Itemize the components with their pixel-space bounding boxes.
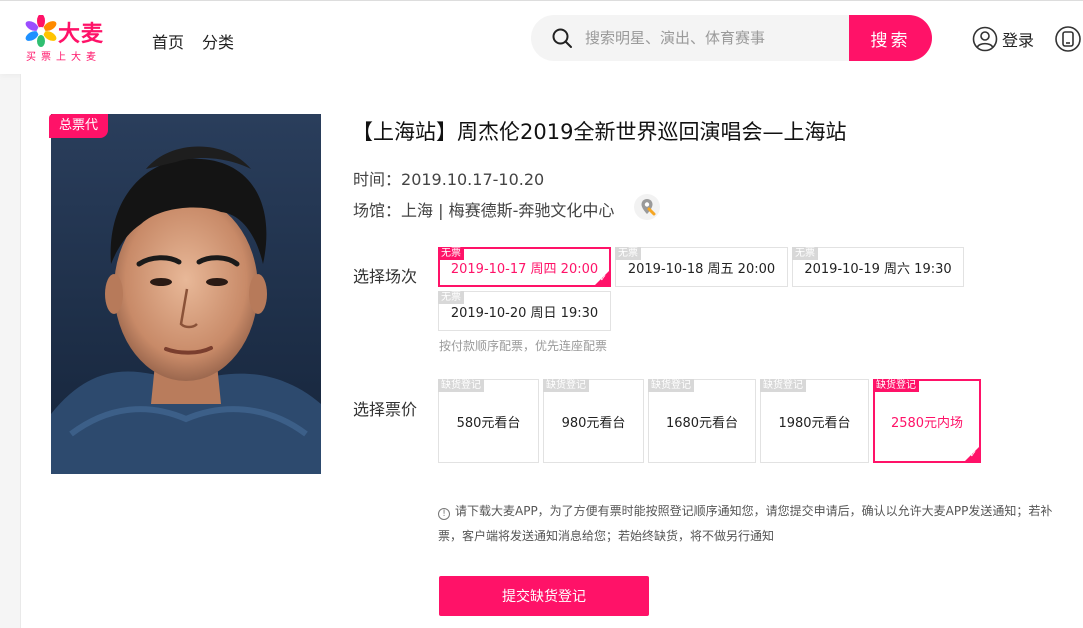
price-text: 980元看台: [561, 415, 626, 431]
notification-notice: ! 请下载大麦APP，为了方便有票时能按照登记顺序通知您，请您提交申请后，确认以允…: [438, 499, 1070, 549]
seat-allocation-hint: 按付款顺序配票，优先连座配票: [439, 339, 608, 353]
sold-out-tag: 无票: [792, 247, 818, 260]
price-text: 1680元看台: [665, 415, 739, 431]
stock-register-tag: 缺货登记: [760, 379, 806, 392]
session-text: 2019-10-19 周六 19:30: [804, 261, 952, 277]
venue-label: 场馆：: [353, 201, 402, 220]
time-value: 2019.10.17-10.20: [401, 170, 545, 189]
event-title: 【上海站】周杰伦2019全新世界巡回演唱会—上海站: [352, 120, 847, 144]
logo-text: 大麦: [58, 22, 105, 47]
price-option[interactable]: 缺货登记 2580元内场 ✓: [873, 379, 981, 463]
more-icon[interactable]: [1054, 25, 1082, 53]
search-icon: [552, 28, 572, 48]
session-option[interactable]: 无票 2019-10-19 周六 19:30: [792, 247, 964, 287]
agent-badge: 总票代: [49, 114, 108, 138]
sold-out-tag: 无票: [615, 247, 641, 260]
damai-flower-icon: [25, 15, 57, 47]
check-icon: ✓: [969, 450, 977, 460]
info-icon: !: [438, 508, 450, 520]
session-text: 2019-10-20 周日 19:30: [450, 305, 599, 321]
price-option[interactable]: 缺货登记 580元看台: [438, 379, 539, 463]
price-text: 2580元内场: [890, 415, 964, 431]
session-option[interactable]: 无票 2019-10-18 周五 20:00: [615, 247, 788, 287]
price-option[interactable]: 缺货登记 1980元看台: [760, 379, 869, 463]
login-link[interactable]: 登录: [972, 25, 1034, 53]
price-option[interactable]: 缺货登记 1680元看台: [648, 379, 756, 463]
map-pin-glyph: [641, 199, 656, 216]
notice-text: 请下载大麦APP，为了方便有票时能按照登记顺序通知您，请您提交申请后，确认以允许…: [438, 504, 1053, 543]
search-button[interactable]: 搜索: [849, 15, 932, 61]
search-box: [531, 15, 849, 61]
event-poster: [51, 114, 321, 474]
price-text: 580元看台: [456, 415, 521, 431]
time-label: 时间：: [353, 170, 402, 189]
event-time: 时间：2019.10.17-10.20: [353, 166, 544, 190]
sold-out-tag: 无票: [438, 247, 464, 260]
session-text: 2019-10-17 周四 20:00: [450, 261, 599, 277]
session-option[interactable]: 无票 2019-10-20 周日 19:30: [438, 291, 611, 331]
stock-register-tag: 缺货登记: [648, 379, 694, 392]
stock-register-tag: 缺货登记: [873, 379, 919, 392]
user-icon: [972, 26, 998, 52]
top-header: 大麦 买票上大麦 首页 分类 搜索 登录: [0, 0, 1083, 74]
session-option[interactable]: 无票 2019-10-17 周四 20:00 ✓: [438, 247, 611, 287]
poster-image: [51, 114, 321, 474]
damai-logo[interactable]: 大麦 买票上大麦: [24, 15, 116, 63]
session-text: 2019-10-18 周五 20:00: [627, 261, 776, 277]
event-venue: 场馆：上海 | 梅赛德斯-奔驰文化中心: [353, 197, 614, 221]
nav-home[interactable]: 首页: [152, 29, 184, 53]
price-text: 1980元看台: [778, 415, 851, 431]
nav-category[interactable]: 分类: [202, 29, 234, 53]
session-section-label: 选择场次: [353, 267, 418, 286]
venue-value: 上海 | 梅赛德斯-奔驰文化中心: [401, 201, 615, 220]
price-section-label: 选择票价: [353, 400, 418, 419]
location-pin-icon[interactable]: [634, 194, 660, 220]
price-option[interactable]: 缺货登记 980元看台: [543, 379, 644, 463]
stock-register-tag: 缺货登记: [543, 379, 589, 392]
submit-stock-register-button[interactable]: 提交缺货登记: [439, 576, 649, 616]
check-icon: ✓: [599, 274, 607, 284]
sold-out-tag: 无票: [438, 291, 464, 304]
logo-slogan: 买票上大麦: [26, 52, 101, 63]
login-label: 登录: [1002, 31, 1035, 50]
stock-register-tag: 缺货登记: [438, 379, 484, 392]
search-input[interactable]: [585, 23, 835, 53]
